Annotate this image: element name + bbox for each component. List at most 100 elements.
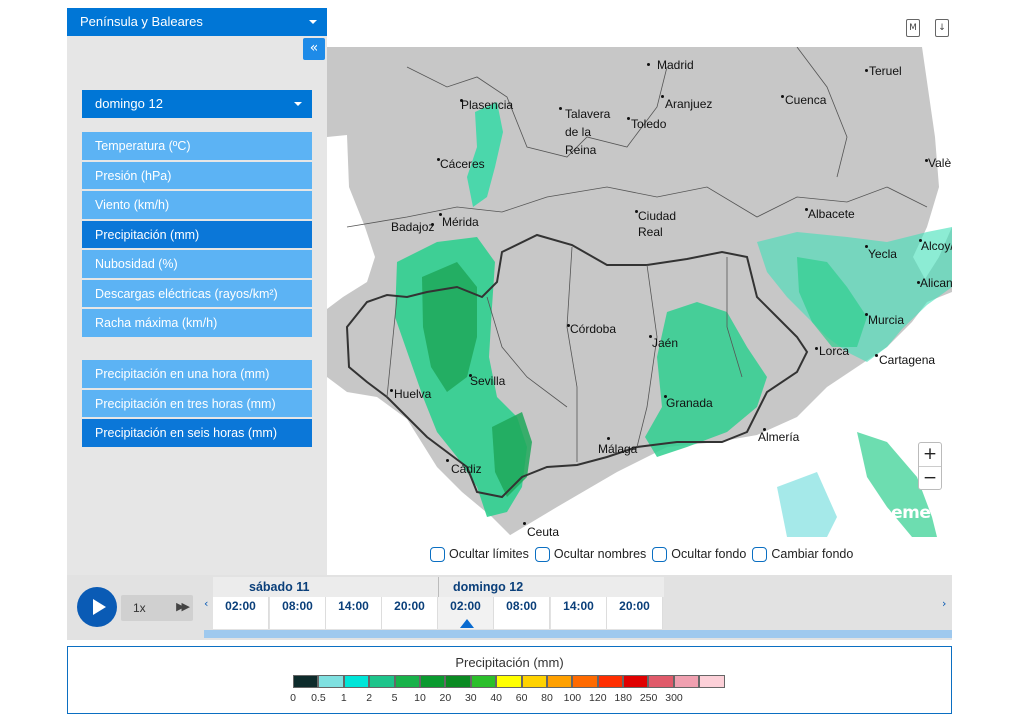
fast-forward-icon: ▶▶ (176, 600, 190, 613)
legend-value-label: 0 (290, 692, 296, 704)
map-options: Ocultar límites Ocultar nombres Ocultar … (430, 545, 859, 563)
legend-value-label: 80 (541, 692, 553, 704)
city-label: Cáceres (440, 157, 485, 171)
city-label: Talavera de la Reina (565, 107, 611, 157)
speed-label: 1x (133, 601, 146, 615)
timeline-day-header: sábado 11 (213, 577, 438, 597)
checkbox[interactable] (430, 546, 445, 562)
legend-value-label: 100 (563, 692, 582, 704)
city-marker (523, 522, 526, 525)
option-ocultar-fondo[interactable]: Ocultar fondo (652, 546, 747, 562)
collapse-panel-button[interactable]: « (303, 38, 325, 60)
city-label: Teruel (869, 64, 902, 78)
legend-swatch (394, 675, 420, 688)
city-marker (446, 459, 449, 462)
city-marker (607, 437, 610, 440)
option-ocultar-limites[interactable]: Ocultar límites (430, 546, 529, 562)
zoom-control: + − (918, 442, 942, 490)
checkbox[interactable] (752, 546, 768, 562)
zoom-out-button[interactable]: − (919, 466, 941, 489)
timeline-hour[interactable]: 08:00 (270, 597, 326, 629)
city-label: Madrid (657, 58, 694, 72)
city-label: Plasencia (461, 98, 514, 112)
city-marker (875, 354, 878, 357)
timeline-hour[interactable]: 14:00 (551, 597, 607, 629)
option-label: Ocultar fondo (671, 547, 747, 561)
zoom-in-button[interactable]: + (919, 443, 941, 466)
option-label: Ocultar límites (449, 547, 529, 561)
legend-swatch (293, 675, 319, 688)
option-ocultar-nombres[interactable]: Ocultar nombres (534, 546, 646, 562)
city-label: Córdoba (570, 322, 617, 336)
menu-item-temperatura[interactable]: Temperatura (ºC) (82, 132, 312, 160)
timeline-current-marker (460, 619, 474, 628)
legend-swatch (673, 675, 700, 688)
download-icon[interactable]: ↓ (935, 19, 949, 37)
menu-item-descargas[interactable]: Descargas eléctricas (rayos/km²) (82, 279, 312, 307)
speed-control[interactable]: 1x ▶▶ (121, 595, 193, 621)
city-marker (627, 117, 630, 120)
legend-swatch (419, 675, 446, 688)
region-select[interactable]: Península y Baleares (67, 8, 327, 36)
timeline-scrollbar[interactable] (204, 630, 952, 638)
legend-swatches (293, 675, 725, 688)
play-button[interactable] (77, 587, 117, 627)
timeline-hour[interactable]: 20:00 (382, 597, 438, 629)
city-label: Jaén (652, 336, 679, 350)
city-label: Ceuta (527, 525, 560, 537)
legend-value-label: 2 (366, 692, 373, 704)
legend-value-label: 250 (639, 692, 658, 704)
city-label: Badajoz (391, 220, 435, 234)
legend-swatch (369, 675, 395, 688)
legend-swatch (318, 675, 344, 688)
menu-item-precip-seis-horas[interactable]: Precipitación en seis horas (mm) (82, 419, 312, 447)
timeline-hour[interactable]: 08:00 (494, 597, 550, 629)
city-label: Málaga (598, 442, 638, 456)
play-icon (93, 599, 106, 615)
menu-item-nubosidad[interactable]: Nubosidad (%) (82, 250, 312, 278)
checkbox[interactable] (652, 546, 668, 562)
timeline-prev-arrow[interactable]: ‹ (204, 597, 208, 610)
city-marker (647, 63, 650, 66)
city-label: Cádiz (451, 462, 482, 476)
legend-swatch (546, 675, 573, 688)
legend-labels: 0 0.5 1 2 5 10 20 30 40 60 80 100 120 180 250 300 (68, 692, 951, 706)
legend-swatch (445, 675, 471, 688)
city-label: Aranjuez (665, 97, 713, 111)
city-label: Granada (666, 396, 713, 410)
timeline-hour[interactable]: 02:00 (213, 597, 269, 629)
aemet-logo: aemet (880, 503, 938, 523)
menu-item-viento[interactable]: Viento (km/h) (82, 191, 312, 219)
timeline-next-arrow[interactable]: › (942, 597, 946, 610)
legend-value-label: 0.5 (311, 692, 326, 704)
legend-value-label: 180 (614, 692, 632, 704)
menu-item-presion[interactable]: Presión (hPa) (82, 161, 312, 189)
metadata-icon[interactable]: M (906, 19, 920, 37)
timeline-hour[interactable]: 14:00 (326, 597, 382, 629)
legend-swatch (496, 675, 522, 688)
legend-swatch (343, 675, 370, 688)
menu-item-precip-tres-horas[interactable]: Precipitación en tres horas (mm) (82, 389, 312, 417)
legend-title: Precipitación (mm) (455, 655, 564, 670)
menu-item-racha[interactable]: Racha máxima (km/h) (82, 309, 312, 337)
checkbox[interactable] (534, 546, 550, 562)
day-select[interactable]: domingo 12 (82, 90, 312, 118)
legend-swatch (521, 675, 547, 688)
timeline-hour[interactable]: 20:00 (607, 597, 663, 629)
city-label: Yecla (868, 247, 897, 261)
option-label: Cambiar fondo (771, 547, 854, 561)
legend-swatch (597, 675, 624, 688)
map[interactable]: Madrid Teruel Plasencia Talavera de la R… (327, 47, 952, 537)
menu-item-precip-una-hora[interactable]: Precipitación en una hora (mm) (82, 360, 312, 388)
city-label: Toledo (631, 117, 667, 131)
legend-value-label: 300 (665, 692, 683, 704)
city-marker (661, 95, 664, 98)
menu-item-precipitacion[interactable]: Precipitación (mm) (82, 220, 312, 248)
option-cambiar-fondo[interactable]: Cambiar fondo (752, 546, 854, 562)
legend-value-label: 10 (414, 692, 426, 704)
variable-menu: Temperatura (ºC) Presión (hPa) Viento (k… (82, 132, 312, 339)
city-label: Alcoy/ (921, 239, 952, 253)
city-label: Valè (928, 156, 952, 170)
city-label: Mérida (442, 215, 479, 229)
legend-value-label: 5 (391, 692, 398, 704)
